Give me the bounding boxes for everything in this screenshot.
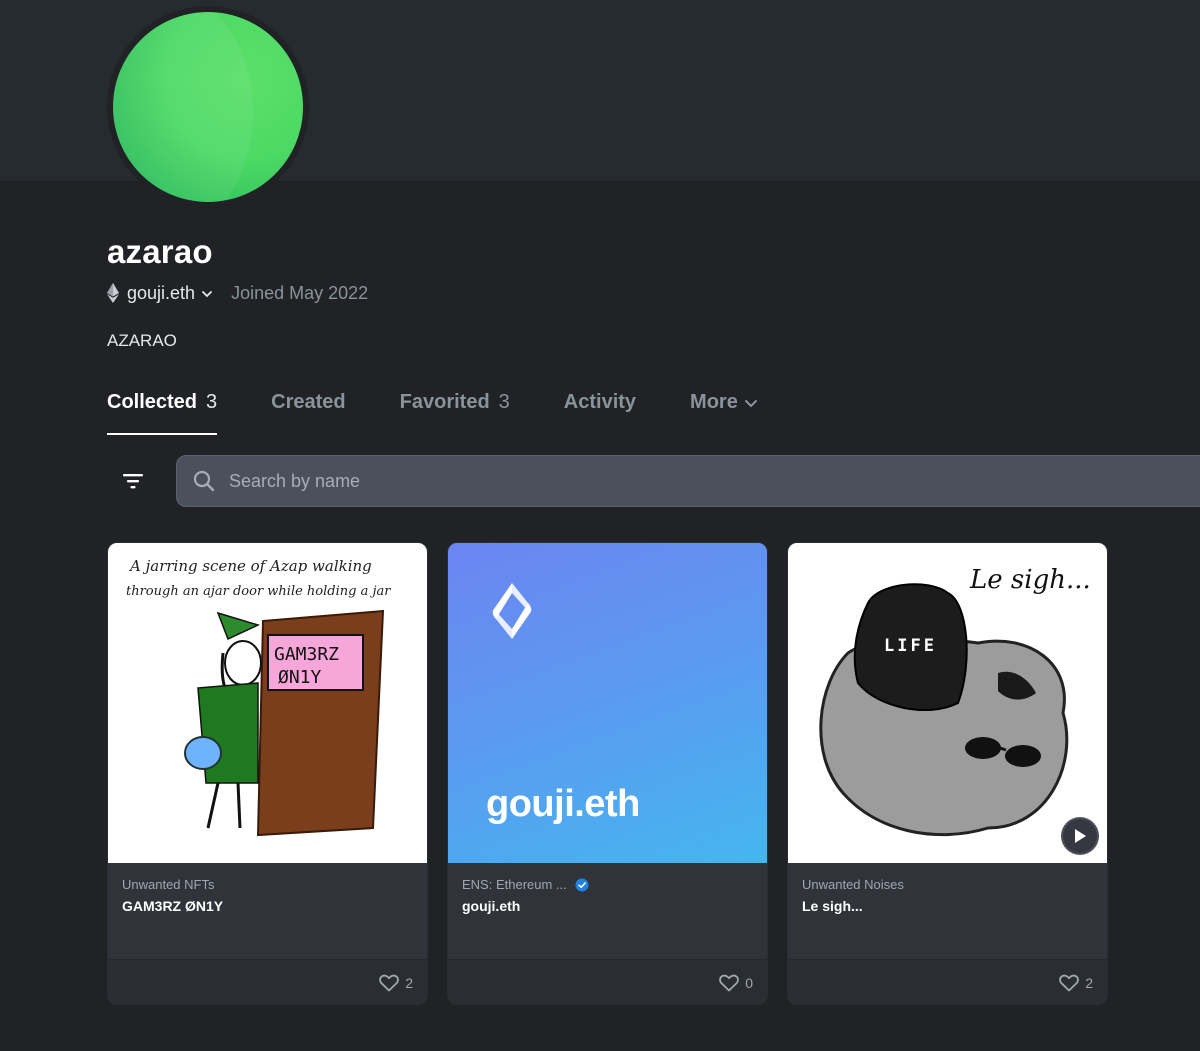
profile-bio: AZARAO [107,331,177,350]
nft-image: A jarring scene of Azap walking through … [108,543,427,863]
nft-info: Unwanted Noises Le sigh... [788,863,1107,959]
tab-created[interactable]: Created [271,391,345,435]
search-bar[interactable] [176,455,1200,507]
tab-label: More [690,391,738,413]
art-sign-line-1: GAM3RZ [274,644,339,665]
avatar-image [113,12,303,202]
nft-image: gouji.eth [448,543,767,863]
nft-name[interactable]: gouji.eth [462,898,753,914]
tab-label: Activity [563,391,637,413]
chevron-down-icon[interactable] [201,288,213,300]
ens-art-label: gouji.eth [486,783,640,825]
collection-name[interactable]: Unwanted NFTs [122,877,413,892]
play-button[interactable] [1061,817,1099,855]
tab-label: Created [271,391,346,413]
nft-artwork-drawing: A jarring scene of Azap walking through … [126,557,391,837]
like-count: 0 [745,974,753,991]
tab-favorited[interactable]: Favorited 3 [400,391,510,435]
card-footer: 2 [108,959,427,1004]
nft-card[interactable]: gouji.eth ENS: Ethereum ... gouji.eth 0 [447,542,768,1005]
nft-card[interactable]: LIFE Le sigh... Unwanted Noises Le sigh.… [787,542,1108,1005]
card-footer: 2 [788,959,1107,1004]
nft-card[interactable]: A jarring scene of Azap walking through … [107,542,428,1005]
collection-name[interactable]: Unwanted Noises [802,877,1093,892]
ens-logo-icon [492,583,532,639]
heart-icon[interactable] [719,974,740,992]
collection-name[interactable]: ENS: Ethereum ... [462,877,753,892]
tab-more[interactable]: More [690,391,758,435]
card-footer: 0 [448,959,767,1004]
tab-collected[interactable]: Collected 3 [107,391,218,435]
chevron-down-icon [744,400,757,408]
like-count: 2 [1085,974,1093,991]
nft-info: Unwanted NFTs GAM3RZ ØN1Y [108,863,427,959]
ens-name-selector[interactable]: gouji.eth [127,283,195,304]
art-rock-label: LIFE [884,636,937,656]
art-title: Le sigh... [969,565,1091,595]
tab-label: Favorited [399,391,490,413]
avatar[interactable] [107,6,309,208]
like-count: 2 [405,974,413,991]
profile-username: azarao [107,233,213,270]
filter-icon [123,474,143,489]
art-caption-line-1: A jarring scene of Azap walking [128,557,372,575]
nft-image: LIFE Le sigh... [788,543,1107,863]
tab-activity[interactable]: Activity [564,391,636,435]
search-icon [193,470,215,492]
ethereum-icon [107,283,119,303]
nft-artwork-drawing: LIFE Le sigh... [819,565,1091,837]
art-sign-line-2: ØN1Y [278,667,322,688]
art-caption-line-2: through an ajar door while holding a jar [126,584,391,599]
verified-icon [575,878,589,891]
profile-tabs: Collected 3 Created Favorited 3 Activity… [107,391,812,437]
collection-label: ENS: Ethereum ... [462,877,567,892]
profile-meta: gouji.eth Joined May 2022 [107,281,368,305]
nft-name[interactable]: GAM3RZ ØN1Y [122,898,413,914]
tab-count: 3 [498,391,510,413]
play-icon [1075,829,1086,843]
heart-icon[interactable] [379,974,400,992]
nft-info: ENS: Ethereum ... gouji.eth [448,863,767,959]
tab-count: 3 [206,391,218,413]
filter-button[interactable] [107,455,159,507]
search-input[interactable] [229,470,1129,492]
tab-label: Collected [107,391,198,413]
nft-name[interactable]: Le sigh... [802,898,1093,914]
joined-date: Joined May 2022 [231,282,369,303]
heart-icon[interactable] [1059,974,1080,992]
